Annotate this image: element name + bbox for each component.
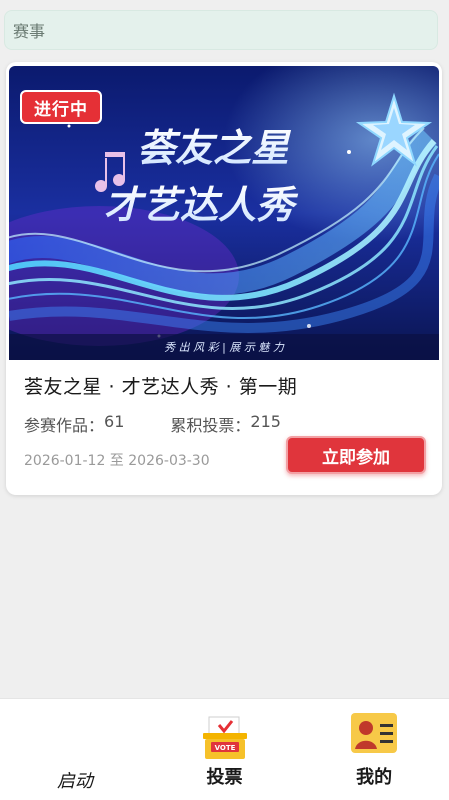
banner-tagline: 秀 出 风 彩 | 展 示 魅 力 <box>164 341 285 354</box>
tab-vote[interactable]: VOTE 投票 <box>150 699 300 800</box>
tab-mine[interactable]: 我的 <box>299 699 449 800</box>
votes-label: 累积投票： <box>170 416 251 435</box>
banner-title-line1: 荟友之星 <box>137 126 292 170</box>
works-stat: 参赛作品： 61 <box>24 412 124 436</box>
date-range: 2026-01-12 至 2026-03-30 <box>24 453 210 469</box>
works-count: 61 <box>104 412 125 431</box>
banner-title-line2: 才艺达人秀 <box>104 183 299 227</box>
bottom-tab-bar: 启动 VOTE 投票 我的 <box>0 698 449 800</box>
launch-icon <box>55 711 95 755</box>
contest-title: 荟友之星 · 才艺达人秀 · 第一期 <box>24 376 298 398</box>
tab-launch[interactable]: 启动 <box>0 699 150 800</box>
tab-label-mine: 我的 <box>356 767 393 788</box>
tab-label-launch: 启动 <box>56 771 93 792</box>
contest-stats: 参赛作品： 61 累积投票： 215 <box>24 412 281 436</box>
tab-label-vote: 投票 <box>206 767 243 788</box>
votes-count: 215 <box>250 412 281 431</box>
profile-card-icon <box>349 711 399 759</box>
join-button[interactable]: 立即参加 <box>286 436 426 474</box>
page-header: 赛事 <box>4 10 438 50</box>
page-title: 赛事 <box>13 22 46 41</box>
vote-box-icon: VOTE <box>199 711 251 765</box>
contest-card[interactable]: 荟友之星 才艺达人秀 秀 出 风 彩 | 展 示 魅 力 进行中 荟友之星 · … <box>6 62 442 495</box>
status-badge: 进行中 <box>20 90 102 124</box>
vote-icon-text: VOTE <box>214 744 235 752</box>
app-root: 赛事 荟友之星 才艺达人秀 秀 出 风 彩 | 展 示 魅 力 进行中 荟友之星… <box>0 0 449 800</box>
works-label: 参赛作品： <box>24 416 105 435</box>
votes-stat: 累积投票： 215 <box>170 412 281 436</box>
